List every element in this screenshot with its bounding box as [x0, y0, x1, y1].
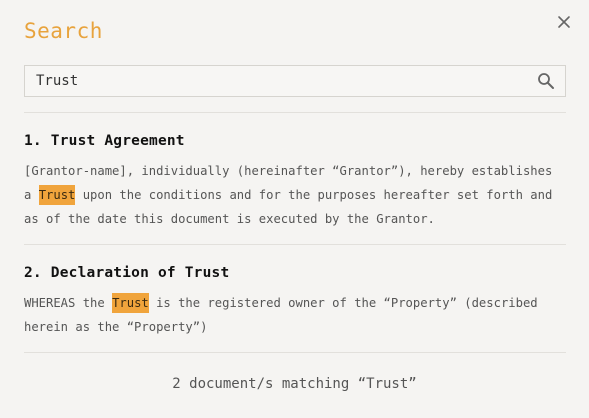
search-input[interactable] [25, 66, 525, 96]
close-button[interactable] [552, 10, 576, 34]
dialog-title: Search [24, 19, 103, 43]
search-box [24, 65, 566, 97]
result-item[interactable]: 1. Trust Agreement [Grantor-name], indiv… [24, 133, 566, 231]
results-summary: 2 document/s matching “Trust” [172, 376, 417, 392]
close-icon [558, 16, 570, 28]
result-item[interactable]: 2. Declaration of Trust WHEREAS the Trus… [24, 265, 566, 339]
snippet-text: WHEREAS the [24, 296, 113, 310]
snippet-text: upon the conditions and for the purposes… [24, 188, 553, 226]
divider [24, 112, 566, 113]
divider [24, 244, 566, 245]
result-snippet: WHEREAS the Trust is the registered owne… [24, 291, 566, 339]
result-title[interactable]: 2. Declaration of Trust [24, 265, 566, 281]
result-snippet: [Grantor-name], individually (hereinafte… [24, 159, 566, 231]
match-highlight: Trust [112, 293, 149, 313]
result-title[interactable]: 1. Trust Agreement [24, 133, 566, 149]
search-icon[interactable] [537, 72, 555, 90]
divider [24, 352, 566, 353]
match-highlight: Trust [38, 185, 76, 205]
search-dialog: Search 1. Trust Agreement [Grantor-name]… [0, 0, 589, 418]
